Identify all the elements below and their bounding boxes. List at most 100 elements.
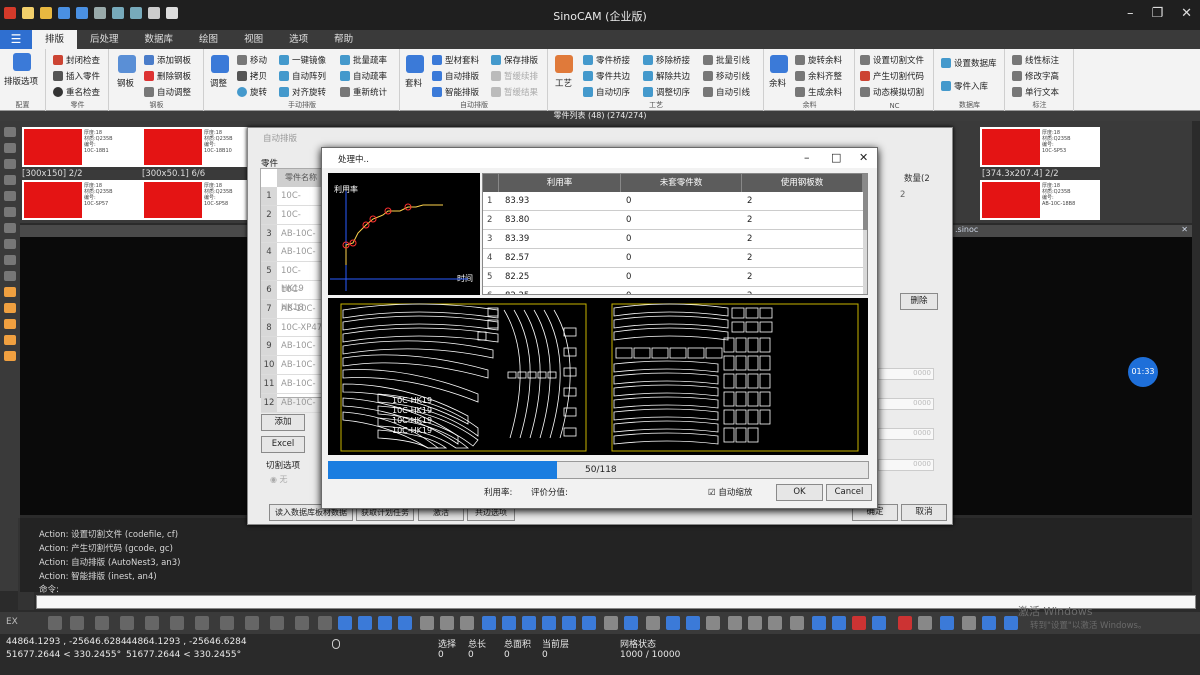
- point-tool-icon[interactable]: [4, 223, 16, 233]
- tool-icon[interactable]: [120, 616, 134, 630]
- part-to-library-button[interactable]: 零件入库: [941, 80, 988, 92]
- plate-button[interactable]: 钢板: [117, 77, 134, 89]
- tool-icon[interactable]: [440, 616, 454, 630]
- profile-nest-button[interactable]: 型材套料: [432, 54, 479, 66]
- remove-bridge-button[interactable]: 移除桥接: [643, 54, 690, 66]
- tab-options[interactable]: 选项: [276, 30, 321, 49]
- copy-button[interactable]: 拷贝: [237, 70, 267, 82]
- snap-icon[interactable]: [48, 616, 62, 630]
- grid-icon[interactable]: [95, 616, 109, 630]
- result-row[interactable]: 2 83.80 0 2: [483, 211, 863, 230]
- auto-array-button[interactable]: 自动阵列: [279, 70, 326, 82]
- auto-spacing-button[interactable]: 自动疏率: [340, 70, 387, 82]
- auto-zoom-checkbox[interactable]: ☑ 自动缩放: [708, 486, 752, 498]
- batch-leadin-button[interactable]: 批量引线: [703, 54, 750, 66]
- tool-icon[interactable]: [624, 616, 638, 630]
- layer5-tool-icon[interactable]: [4, 351, 16, 361]
- rotate-remnant-button[interactable]: 旋转余料: [795, 54, 842, 66]
- result-row[interactable]: 4 82.57 0 2: [483, 249, 863, 268]
- result-row[interactable]: 1 83.93 0 2: [483, 192, 863, 211]
- part-bridge-button[interactable]: 零件桥接: [583, 54, 630, 66]
- tool-icon[interactable]: [195, 616, 209, 630]
- tool-icon[interactable]: [918, 616, 932, 630]
- tab-view[interactable]: 视图: [231, 30, 276, 49]
- layer-tool-icon[interactable]: [4, 287, 16, 297]
- tool-icon[interactable]: [145, 616, 159, 630]
- hook-tool-icon[interactable]: [4, 191, 16, 201]
- tool-icon[interactable]: [666, 616, 680, 630]
- set-cut-file-button[interactable]: 设置切割文件: [860, 54, 924, 66]
- rect-tool-icon[interactable]: [4, 207, 16, 217]
- part-row[interactable]: 11 AB-10C-: [261, 375, 323, 394]
- closed-check-button[interactable]: 封闭检查: [53, 54, 100, 66]
- pause-result-button[interactable]: 暂缓结果: [491, 86, 538, 98]
- tool-icon[interactable]: [982, 616, 996, 630]
- ellipse-tool-icon[interactable]: [4, 175, 16, 185]
- single-line-text-button[interactable]: 单行文本: [1012, 86, 1059, 98]
- close-icon[interactable]: ✕: [1181, 6, 1192, 21]
- auto-cut-order-button[interactable]: 自动切序: [583, 86, 630, 98]
- pen-icon[interactable]: [70, 616, 84, 630]
- tool-icon[interactable]: [220, 616, 234, 630]
- tool-icon[interactable]: [852, 616, 866, 630]
- tool-icon[interactable]: [420, 616, 434, 630]
- part-row[interactable]: 3 AB-10C-: [261, 224, 323, 244]
- cancel-button[interactable]: 取消: [901, 504, 947, 521]
- auto-leadin-button[interactable]: 自动引线: [703, 86, 750, 98]
- layer4-tool-icon[interactable]: [4, 335, 16, 345]
- arc-tool-icon[interactable]: [4, 239, 16, 249]
- part-row[interactable]: 6 10C-HK18: [261, 281, 323, 313]
- recount-button[interactable]: 重新统计: [340, 86, 387, 98]
- restore-icon[interactable]: ❐: [1151, 6, 1163, 21]
- tool-icon[interactable]: [832, 616, 846, 630]
- add-plate-button[interactable]: 添加钢板: [144, 54, 191, 66]
- tool-icon[interactable]: [460, 616, 474, 630]
- set-database-button[interactable]: 设置数据库: [941, 57, 997, 69]
- excel-button[interactable]: Excel: [261, 436, 305, 453]
- option-field[interactable]: 0000: [878, 398, 934, 410]
- delete-plate-button[interactable]: 删除钢板: [144, 70, 191, 82]
- nesting-button[interactable]: 套料: [405, 77, 422, 89]
- option-field[interactable]: 0000: [878, 368, 934, 380]
- tool-icon[interactable]: [502, 616, 516, 630]
- spiral-tool-icon[interactable]: [4, 255, 16, 265]
- tool-icon[interactable]: [748, 616, 762, 630]
- tool-icon[interactable]: [940, 616, 954, 630]
- part-row[interactable]: 1 10C-: [261, 187, 323, 206]
- eye-icon[interactable]: [646, 616, 660, 630]
- text-icon[interactable]: [582, 616, 596, 630]
- rotate-button[interactable]: 旋转: [237, 86, 267, 98]
- auto-adjust-button[interactable]: 自动调整: [144, 86, 191, 98]
- result-row[interactable]: 3 83.39 0 2: [483, 230, 863, 249]
- maximize-icon[interactable]: □: [831, 151, 841, 164]
- smart-nest-button[interactable]: 智能排版: [432, 86, 479, 98]
- timer-badge[interactable]: 01:33: [1128, 357, 1158, 387]
- add-button[interactable]: 添加: [261, 414, 305, 431]
- align-rotate-button[interactable]: 对齐旋转: [279, 86, 326, 98]
- close-icon[interactable]: ✕: [1181, 225, 1188, 234]
- tool-icon[interactable]: [358, 616, 372, 630]
- tool-icon[interactable]: [245, 616, 259, 630]
- sort-icon[interactable]: [318, 616, 332, 630]
- part-thumbnail[interactable]: 厚度:18 材质:Q235B 编号: 10C-18B10: [142, 127, 262, 167]
- tool-icon[interactable]: [728, 616, 742, 630]
- cancel-button[interactable]: Cancel: [826, 484, 872, 501]
- option-field[interactable]: 0000: [878, 428, 934, 440]
- part-row[interactable]: 12 AB-10C-: [261, 393, 323, 413]
- tool-icon[interactable]: [522, 616, 536, 630]
- part-row[interactable]: 8 10C-XP47: [261, 318, 323, 338]
- tool-icon[interactable]: [706, 616, 720, 630]
- remnant-button[interactable]: 余料: [769, 77, 786, 89]
- minimize-icon[interactable]: –: [1127, 6, 1134, 21]
- result-row[interactable]: 6 82.25 0 2: [483, 287, 863, 294]
- nest-options-button[interactable]: 排版选项: [4, 75, 38, 87]
- minimize-icon[interactable]: –: [804, 151, 810, 164]
- part-row[interactable]: 7 AB-10C-: [261, 299, 323, 319]
- tool-icon[interactable]: [542, 616, 556, 630]
- tab-database[interactable]: 数据库: [132, 30, 187, 49]
- part-thumbnail[interactable]: 厚度:18 材质:Q235B 编号: 10C-18B1: [22, 127, 142, 167]
- scrollbar[interactable]: [863, 174, 867, 294]
- process-button[interactable]: 工艺: [555, 77, 572, 89]
- align-remnant-button[interactable]: 余料齐整: [795, 70, 842, 82]
- part-row[interactable]: 10 AB-10C-: [261, 356, 323, 375]
